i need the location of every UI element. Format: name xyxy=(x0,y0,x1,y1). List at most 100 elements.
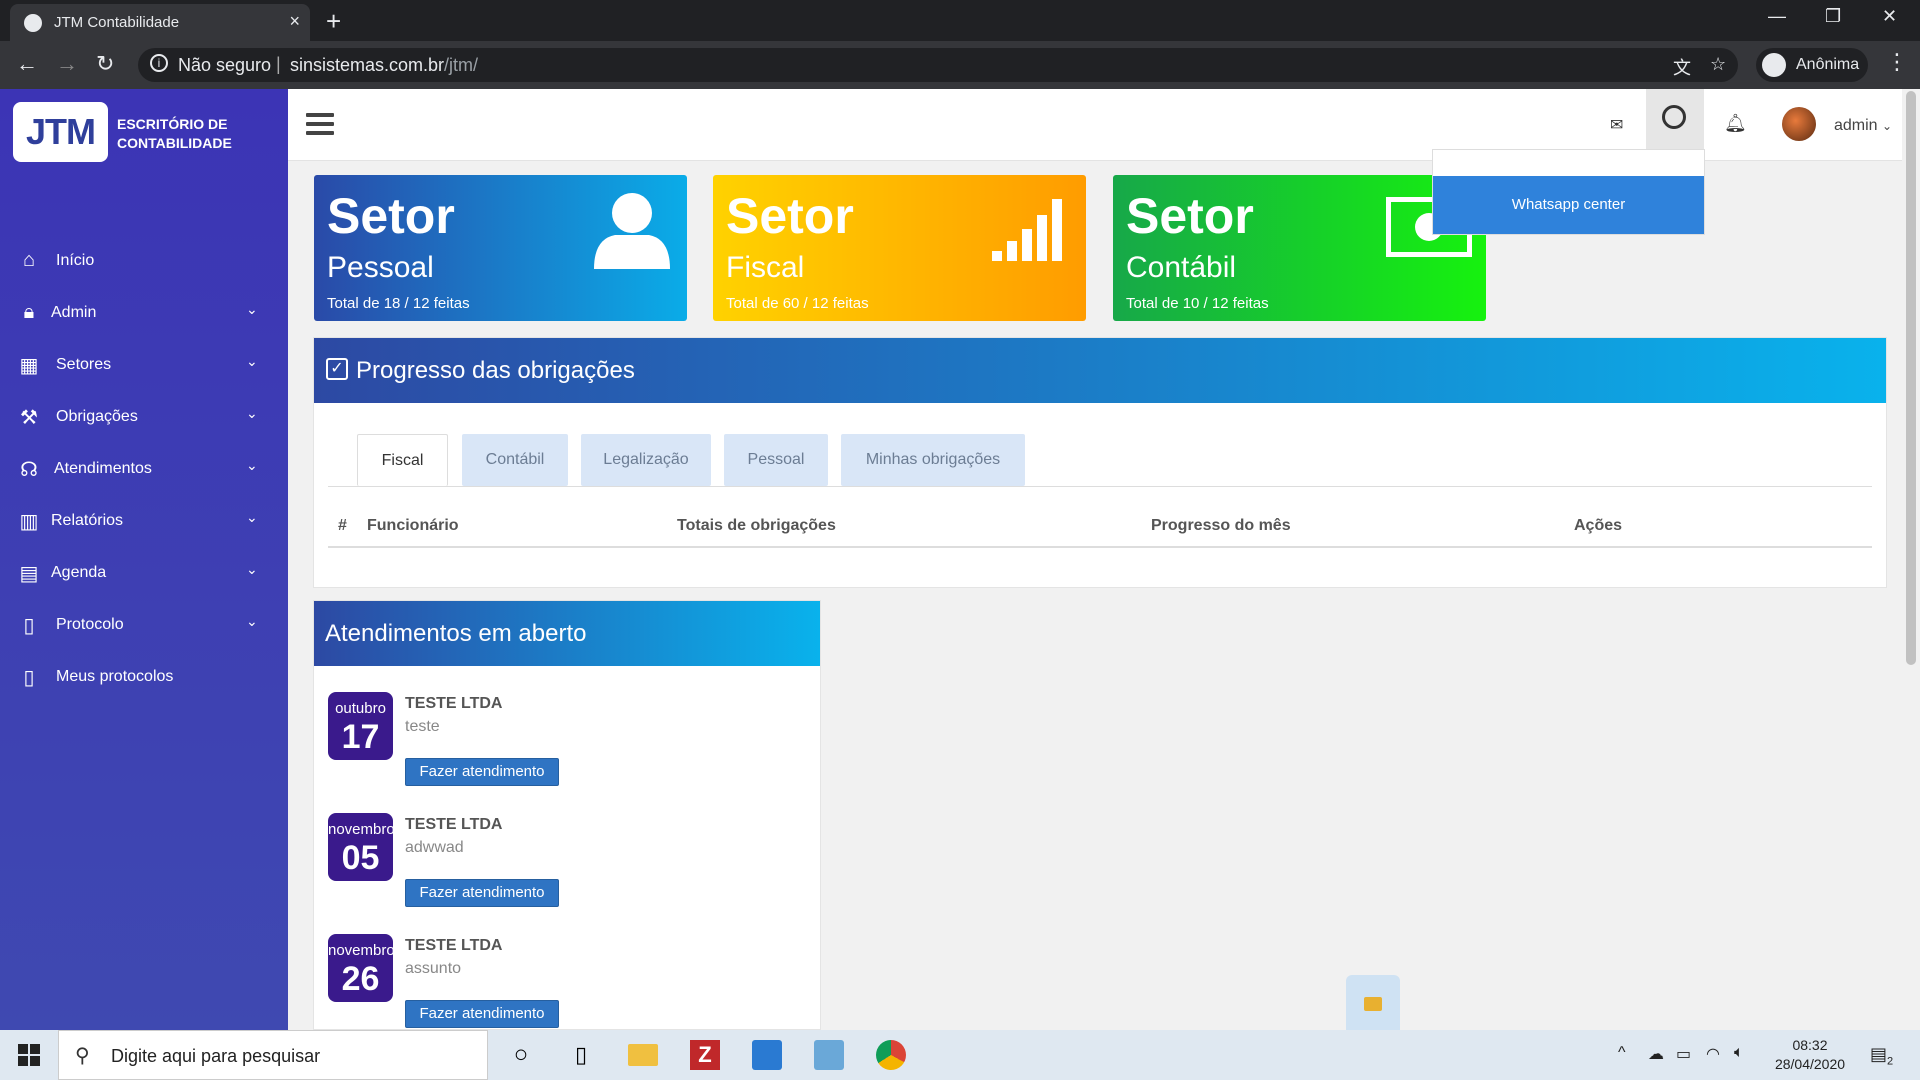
whatsapp-icon xyxy=(1662,105,1686,129)
gavel-icon: ⚒︎ xyxy=(20,407,38,429)
chat-widget[interactable] xyxy=(1346,975,1400,1030)
subject: adwwad xyxy=(405,839,464,856)
card-total: Total de 10 / 12 feitas xyxy=(1126,295,1269,312)
avatar[interactable] xyxy=(1782,107,1816,141)
card-setor-fiscal[interactable]: Setor Fiscal Total de 60 / 12 feitas xyxy=(713,175,1086,321)
cloud-icon[interactable]: ☁ xyxy=(1648,1044,1664,1064)
notification-icon[interactable]: ▤2 xyxy=(1870,1044,1893,1068)
column-header-progresso: Progresso do mês xyxy=(1151,517,1291,534)
task-view-icon[interactable]: ▯ xyxy=(566,1040,596,1070)
signal-icon xyxy=(992,199,1062,261)
card-title: Setor xyxy=(327,188,455,244)
minimize-icon[interactable]: — xyxy=(1768,6,1786,27)
user-menu[interactable]: admin ⌄ xyxy=(1834,117,1892,135)
chrome-icon[interactable] xyxy=(876,1040,906,1070)
app-icon[interactable] xyxy=(814,1040,844,1070)
sidebar-item-inicio[interactable]: ⌂ Início xyxy=(0,241,288,281)
tab-pessoal[interactable]: Pessoal xyxy=(724,434,828,486)
windows-start-icon[interactable] xyxy=(18,1044,40,1066)
globe-icon xyxy=(24,14,42,32)
browser-tab[interactable]: JTM Contabilidade × xyxy=(10,4,310,41)
tab-fiscal[interactable]: Fiscal xyxy=(357,434,448,486)
sidebar-item-obrigacoes[interactable]: ⚒︎ Obrigações ⌄ xyxy=(0,397,288,437)
close-tab-icon[interactable]: × xyxy=(289,11,300,32)
panel-title: Progresso das obrigações xyxy=(356,357,635,384)
taskbar-search-input[interactable]: ⚲ Digite aqui para pesquisar xyxy=(58,1030,488,1080)
tab-minhas-obrigacoes[interactable]: Minhas obrigações xyxy=(841,434,1025,486)
notification-count: 2 xyxy=(1887,1055,1894,1068)
info-icon[interactable]: i xyxy=(150,54,168,72)
sidebar-item-agenda[interactable]: ▤ Agenda ⌄ xyxy=(0,553,288,593)
page-scrollbar[interactable] xyxy=(1902,89,1920,1030)
column-header-number: # xyxy=(338,517,347,534)
file-explorer-icon[interactable] xyxy=(628,1044,658,1066)
logo[interactable]: JTM xyxy=(13,102,108,162)
sidebar-item-label: Obrigações xyxy=(56,408,138,425)
volume-icon[interactable]: 🔈︎ xyxy=(1734,1044,1744,1062)
mail-icon[interactable]: ✉ xyxy=(1610,115,1623,135)
sidebar-item-meus-protocolos[interactable]: ▯ Meus protocolos xyxy=(0,657,288,697)
check-square-icon: ✓ xyxy=(326,358,348,380)
card-setor-pessoal[interactable]: Setor Pessoal Total de 18 / 12 feitas xyxy=(314,175,687,321)
panel-header: ✓ Progresso das obrigações xyxy=(314,338,1886,403)
user-icon xyxy=(594,193,670,269)
sidebar-item-label: Agenda xyxy=(51,564,107,581)
filezilla-icon[interactable]: Z xyxy=(690,1040,720,1070)
card-subtitle: Pessoal xyxy=(327,251,434,284)
wifi-icon[interactable]: ◠ xyxy=(1706,1044,1720,1064)
address-bar[interactable]: i Não seguro | sinsistemas.com.br/jtm/ 文… xyxy=(138,48,1738,82)
column-header-totais: Totais de obrigações xyxy=(677,517,836,534)
date-month: novembro xyxy=(328,821,393,838)
subject: assunto xyxy=(405,960,462,977)
building-icon: ▦ xyxy=(19,355,39,377)
tray-expand-icon[interactable]: ^ xyxy=(1618,1044,1626,1062)
translate-icon[interactable]: 文 xyxy=(1673,54,1691,80)
star-icon[interactable]: ☆ xyxy=(1710,54,1726,75)
card-subtitle: Fiscal xyxy=(726,251,805,284)
reload-icon[interactable]: ↻ xyxy=(96,51,114,77)
sidebar-item-atendimentos[interactable]: ☊ Atendimentos ⌄ xyxy=(0,449,288,489)
battery-icon[interactable]: ▭ xyxy=(1676,1044,1691,1064)
whatsapp-center-item[interactable]: Whatsapp center xyxy=(1433,176,1704,234)
new-tab-button[interactable]: + xyxy=(326,6,341,37)
sidebar-item-admin[interactable]: 🔒︎ Admin ⌄ xyxy=(0,293,288,333)
fazer-atendimento-button[interactable]: Fazer atendimento xyxy=(405,758,559,786)
hamburger-menu-icon[interactable] xyxy=(306,113,334,135)
panel-header: Atendimentos em aberto xyxy=(314,601,820,666)
brand-name: ESCRITÓRIO DE CONTABILIDADE xyxy=(117,115,232,153)
restore-icon[interactable]: ❐ xyxy=(1825,6,1841,27)
fazer-atendimento-button[interactable]: Fazer atendimento xyxy=(405,879,559,907)
incognito-label: Anônima xyxy=(1796,56,1860,73)
sidebar-item-relatorios[interactable]: ▥ Relatórios ⌄ xyxy=(0,501,288,541)
fazer-atendimento-button[interactable]: Fazer atendimento xyxy=(405,1000,559,1028)
scrollbar-thumb[interactable] xyxy=(1906,91,1916,665)
sidebar-item-setores[interactable]: ▦ Setores ⌄ xyxy=(0,345,288,385)
card-setor-contabil[interactable]: Setor Contábil Total de 10 / 12 feitas xyxy=(1113,175,1486,321)
date-badge: outubro 17 xyxy=(328,692,393,760)
chevron-down-icon: ⌄ xyxy=(1882,119,1893,133)
sidebar: JTM ESCRITÓRIO DE CONTABILIDADE ⌂ Início… xyxy=(0,89,288,1030)
forward-icon[interactable]: → xyxy=(56,51,78,77)
card-total: Total de 18 / 12 feitas xyxy=(327,295,470,312)
close-window-icon[interactable]: ✕ xyxy=(1882,6,1897,27)
panel-title: Atendimentos em aberto xyxy=(325,620,587,647)
card-subtitle: Contábil xyxy=(1126,251,1237,284)
whatsapp-button[interactable] xyxy=(1646,89,1704,149)
tab-contabil[interactable]: Contábil xyxy=(462,434,568,486)
sidebar-item-label: Relatórios xyxy=(51,512,124,529)
incognito-profile[interactable]: Anônima xyxy=(1756,48,1868,82)
clock[interactable]: 08:32 28/04/2020 xyxy=(1768,1036,1852,1074)
cortana-icon[interactable]: ○ xyxy=(506,1040,536,1070)
browser-menu-icon[interactable]: ⋮ xyxy=(1886,49,1908,75)
date-badge: novembro 05 xyxy=(328,813,393,881)
back-icon[interactable]: ← xyxy=(16,51,38,77)
book-icon: ▤ xyxy=(19,563,39,585)
card-title: Setor xyxy=(1126,188,1254,244)
vscode-icon[interactable] xyxy=(752,1040,782,1070)
url-separator: | xyxy=(276,54,281,74)
bell-icon[interactable]: 🔔︎ xyxy=(1724,113,1747,134)
file-icon: ▯ xyxy=(23,615,35,637)
tab-legalizacao[interactable]: Legalização xyxy=(581,434,711,486)
home-icon: ⌂ xyxy=(22,249,36,271)
sidebar-item-protocolo[interactable]: ▯ Protocolo ⌄ xyxy=(0,605,288,645)
